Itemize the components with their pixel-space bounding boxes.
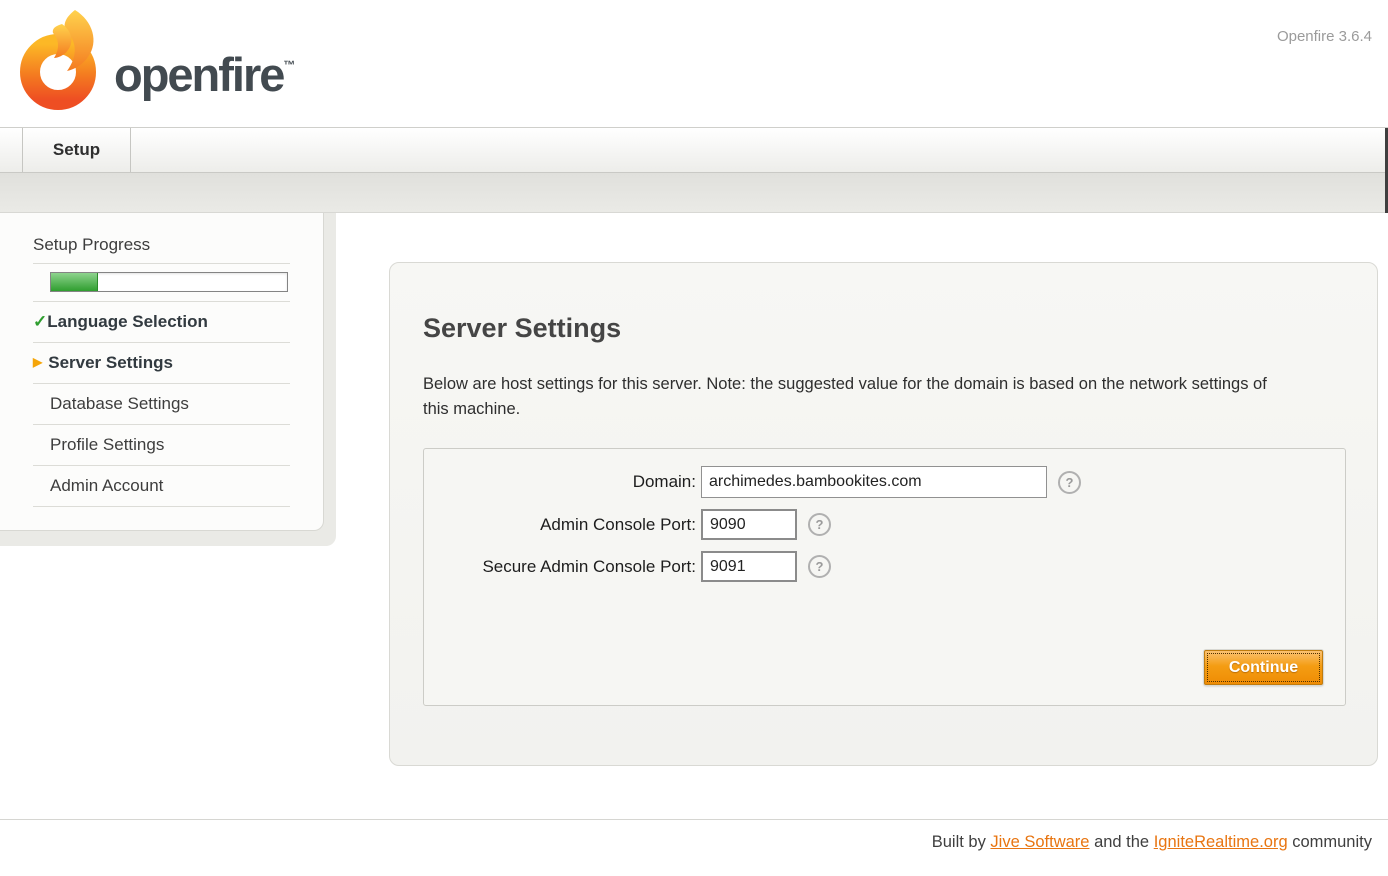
footer-text-middle: and the bbox=[1094, 833, 1149, 851]
igniterealtime-link[interactable]: IgniteRealtime.org bbox=[1154, 833, 1288, 851]
tab-setup[interactable]: Setup bbox=[22, 128, 131, 172]
footer: Built by Jive Software and the IgniteRea… bbox=[0, 819, 1388, 852]
flame-icon bbox=[18, 8, 102, 112]
tab-bar: Setup bbox=[0, 127, 1388, 172]
form-row-domain: Domain: ? bbox=[424, 466, 1345, 498]
main-panel: Server Settings Below are host settings … bbox=[389, 262, 1378, 766]
page-title: Server Settings bbox=[423, 313, 1345, 344]
help-icon[interactable]: ? bbox=[808, 513, 831, 536]
sidebar-item-server-settings: ▶ Server Settings bbox=[33, 343, 290, 384]
footer-text-prefix: Built by bbox=[932, 833, 986, 851]
setup-steps-list: ✓Language Selection ▶ Server Settings Dat… bbox=[33, 302, 290, 507]
sidebar-item-admin-account: Admin Account bbox=[33, 466, 290, 507]
footer-text-suffix: community bbox=[1292, 833, 1372, 851]
progress-row bbox=[33, 264, 290, 302]
jive-software-link[interactable]: Jive Software bbox=[990, 833, 1089, 851]
sidebar-item-profile-settings: Profile Settings bbox=[33, 425, 290, 466]
server-settings-form: Domain: ? Admin Console Port: ? Secure A… bbox=[423, 448, 1346, 706]
content-area: Setup Progress ✓Language Selection ▶ Serv… bbox=[0, 213, 1388, 876]
header: openfire™ Openfire 3.6.4 bbox=[0, 0, 1388, 127]
admin-port-input[interactable] bbox=[701, 509, 797, 540]
step-label: Profile Settings bbox=[50, 435, 164, 454]
help-icon[interactable]: ? bbox=[1058, 471, 1081, 494]
help-icon[interactable]: ? bbox=[808, 555, 831, 578]
page: openfire™ Openfire 3.6.4 Setup Setup Pro… bbox=[0, 0, 1388, 876]
checkmark-icon: ✓ bbox=[33, 312, 47, 331]
form-row-secure-port: Secure Admin Console Port: ? bbox=[424, 551, 1345, 582]
trademark-symbol: ™ bbox=[283, 58, 295, 72]
step-label: Admin Account bbox=[50, 476, 163, 495]
secure-port-input[interactable] bbox=[701, 551, 797, 582]
sidebar-item-database-settings: Database Settings bbox=[33, 384, 290, 425]
domain-input[interactable] bbox=[701, 466, 1047, 498]
current-step-arrow-icon: ▶ bbox=[33, 355, 42, 369]
progress-bar bbox=[50, 272, 288, 292]
setup-progress-sidebar: Setup Progress ✓Language Selection ▶ Serv… bbox=[0, 213, 324, 531]
subnav-band bbox=[0, 172, 1388, 213]
sidebar-item-language-selection: ✓Language Selection bbox=[33, 302, 290, 343]
openfire-logo: openfire™ bbox=[18, 8, 295, 112]
brand-wordmark: openfire™ bbox=[114, 47, 295, 102]
domain-label: Domain: bbox=[424, 472, 696, 492]
step-label: Database Settings bbox=[50, 394, 189, 413]
secure-port-label: Secure Admin Console Port: bbox=[424, 557, 696, 577]
continue-button[interactable]: Continue bbox=[1204, 650, 1323, 685]
version-label: Openfire 3.6.4 bbox=[1277, 28, 1372, 45]
sidebar-title: Setup Progress bbox=[33, 235, 290, 264]
form-row-admin-port: Admin Console Port: ? bbox=[424, 509, 1345, 540]
admin-port-label: Admin Console Port: bbox=[424, 515, 696, 535]
step-label: Server Settings bbox=[48, 353, 173, 372]
step-label: Language Selection bbox=[47, 312, 208, 331]
page-description: Below are host settings for this server.… bbox=[423, 372, 1291, 422]
progress-fill bbox=[51, 273, 98, 291]
